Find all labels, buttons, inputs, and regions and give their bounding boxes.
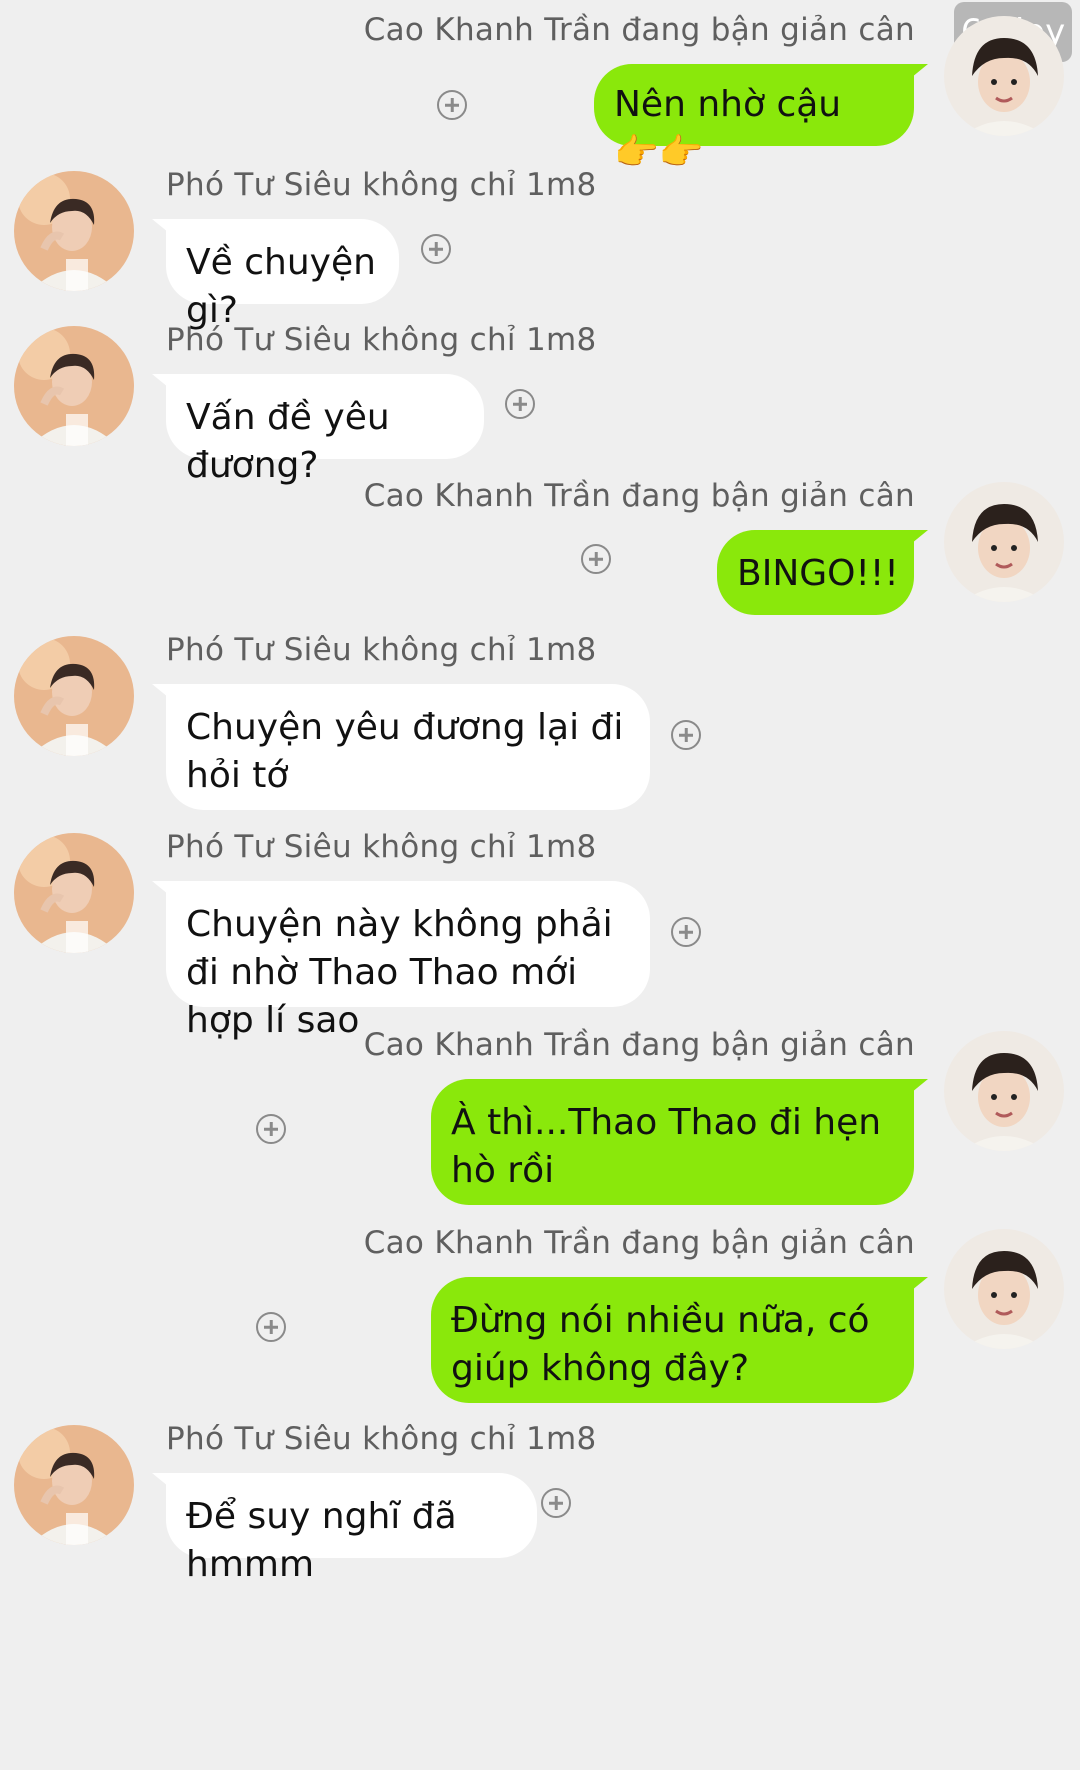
sender-name: Phó Tư Siêu không chỉ 1m8 xyxy=(166,322,597,358)
sender-name: Cao Khanh Trần đang bận giản cân xyxy=(363,12,915,48)
chat-message-incoming: Phó Tư Siêu không chỉ 1m8 Chuyện yêu đươ… xyxy=(0,632,1080,810)
chat-message-outgoing: Cao Khanh Trần đang bận giản cân BINGO!!… xyxy=(0,478,1080,615)
message-text: À thì...Thao Thao đi hẹn hò rồi xyxy=(451,1102,882,1191)
avatar[interactable] xyxy=(944,1031,1064,1151)
message-bubble[interactable]: Để suy nghĩ đã hmmm xyxy=(152,1473,537,1585)
sender-name: Phó Tư Siêu không chỉ 1m8 xyxy=(166,829,597,865)
add-reaction-icon[interactable] xyxy=(256,1114,286,1144)
avatar[interactable] xyxy=(944,16,1064,136)
avatar[interactable] xyxy=(944,482,1064,602)
message-text: Về chuyện gì? xyxy=(186,242,376,331)
avatar[interactable] xyxy=(14,326,134,446)
message-text: Đừng nói nhiều nữa, có giúp không đây? xyxy=(451,1300,870,1389)
add-reaction-icon[interactable] xyxy=(437,90,467,120)
add-reaction-icon[interactable] xyxy=(581,544,611,574)
message-bubble[interactable]: À thì...Thao Thao đi hẹn hò rồi xyxy=(431,1079,928,1205)
chat-message-incoming: Phó Tư Siêu không chỉ 1m8 Chuyện này khô… xyxy=(0,829,1080,1041)
message-text: Chuyện này không phải đi nhờ Thao Thao m… xyxy=(186,904,613,1041)
message-text: Để suy nghĩ đã hmmm xyxy=(186,1496,457,1585)
add-reaction-icon[interactable] xyxy=(671,720,701,750)
sender-name: Phó Tư Siêu không chỉ 1m8 xyxy=(166,1421,597,1457)
message-bubble[interactable]: Chuyện yêu đương lại đi hỏi tớ xyxy=(152,684,650,810)
avatar[interactable] xyxy=(14,636,134,756)
message-text: Nên nhờ cậu 👉👉 xyxy=(614,84,842,173)
avatar[interactable] xyxy=(14,171,134,291)
add-reaction-icon[interactable] xyxy=(256,1312,286,1342)
chat-message-outgoing: Cao Khanh Trần đang bận giản cân Nên nhờ… xyxy=(0,12,1080,173)
message-text: Vấn đề yêu đương? xyxy=(186,397,390,486)
chat-message-outgoing: Cao Khanh Trần đang bận giản cân À thì..… xyxy=(0,1027,1080,1205)
sender-name: Phó Tư Siêu không chỉ 1m8 xyxy=(166,632,597,668)
avatar[interactable] xyxy=(944,1229,1064,1349)
add-reaction-icon[interactable] xyxy=(541,1488,571,1518)
message-text: Chuyện yêu đương lại đi hỏi tớ xyxy=(186,707,624,796)
message-text: BINGO!!! xyxy=(737,553,899,594)
add-reaction-icon[interactable] xyxy=(671,917,701,947)
avatar[interactable] xyxy=(14,833,134,953)
message-bubble[interactable]: Đừng nói nhiều nữa, có giúp không đây? xyxy=(431,1277,928,1403)
chat-message-outgoing: Cao Khanh Trần đang bận giản cân Đừng nó… xyxy=(0,1225,1080,1403)
add-reaction-icon[interactable] xyxy=(505,389,535,419)
avatar[interactable] xyxy=(14,1425,134,1545)
message-bubble[interactable]: Chuyện này không phải đi nhờ Thao Thao m… xyxy=(152,881,650,1041)
add-reaction-icon[interactable] xyxy=(421,234,451,264)
sender-name: Cao Khanh Trần đang bận giản cân xyxy=(363,1027,915,1063)
message-bubble[interactable]: BINGO!!! xyxy=(717,530,928,615)
message-bubble[interactable]: Nên nhờ cậu 👉👉 xyxy=(594,64,928,173)
chat-message-incoming: Phó Tư Siêu không chỉ 1m8 Vấn đề yêu đươ… xyxy=(0,322,1080,486)
chat-message-incoming: Phó Tư Siêu không chỉ 1m8 Về chuyện gì? xyxy=(0,167,1080,331)
sender-name: Cao Khanh Trần đang bận giản cân xyxy=(363,478,915,514)
message-bubble[interactable]: Về chuyện gì? xyxy=(152,219,399,331)
sender-name: Cao Khanh Trần đang bận giản cân xyxy=(363,1225,915,1261)
message-bubble[interactable]: Vấn đề yêu đương? xyxy=(152,374,484,486)
chat-message-incoming: Phó Tư Siêu không chỉ 1m8 Để suy nghĩ đã… xyxy=(0,1421,1080,1585)
sender-name: Phó Tư Siêu không chỉ 1m8 xyxy=(166,167,597,203)
